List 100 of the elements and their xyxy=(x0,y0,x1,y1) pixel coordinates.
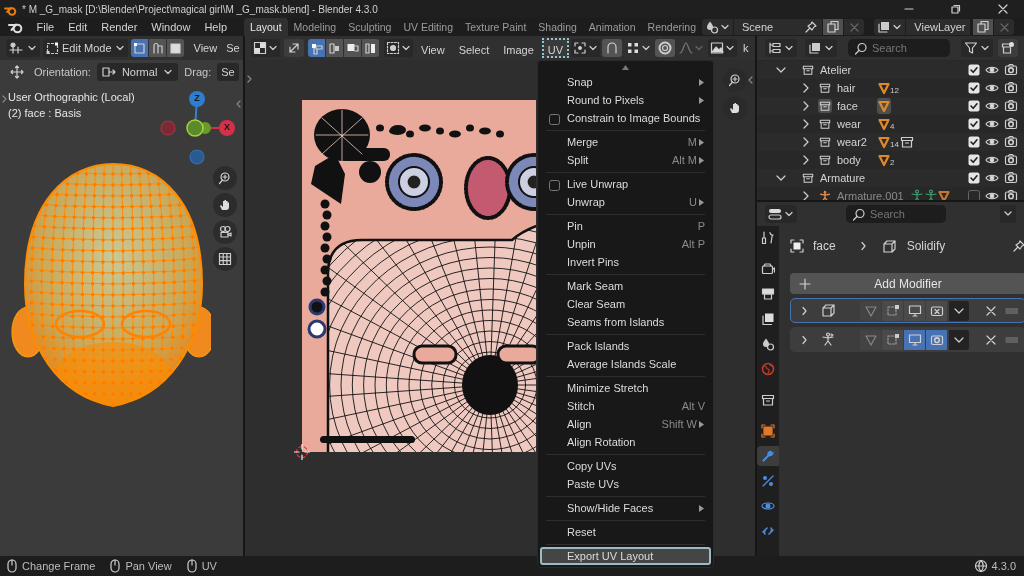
menu-item[interactable]: Reset xyxy=(540,523,711,541)
hand-button[interactable] xyxy=(213,193,237,217)
snap-toggle[interactable] xyxy=(602,39,623,57)
sync-toggle[interactable] xyxy=(284,39,304,57)
item-name[interactable]: wear2 xyxy=(837,136,877,148)
close-icon[interactable] xyxy=(985,304,997,317)
menu-item[interactable]: Align Shift W xyxy=(540,415,711,433)
search-field[interactable]: Search xyxy=(848,39,950,57)
item-name[interactable]: face xyxy=(837,100,877,112)
pin-icon[interactable] xyxy=(1012,239,1024,253)
camera-icon[interactable] xyxy=(1004,63,1018,77)
menu-item[interactable]: Round to Pixels xyxy=(540,91,711,109)
proportional-edit-toggle[interactable] xyxy=(655,39,676,57)
modifier-menu-button[interactable] xyxy=(949,300,969,321)
workspace-tab[interactable]: UV Editing xyxy=(397,18,459,36)
menu-item[interactable]: Select xyxy=(452,38,496,58)
menu-item[interactable]: File xyxy=(29,21,62,33)
item-name[interactable]: Atelier xyxy=(820,64,852,76)
editor-type-dropdown[interactable] xyxy=(251,39,280,57)
menu-item[interactable]: Image xyxy=(497,38,540,58)
scroll-up-icon[interactable] xyxy=(621,63,630,71)
checkbox[interactable] xyxy=(968,172,980,184)
object-type-dropdown[interactable] xyxy=(6,39,40,57)
menu-item[interactable]: Se xyxy=(223,42,243,54)
modifier-menu-button[interactable] xyxy=(949,329,969,350)
new-collection-button[interactable] xyxy=(998,39,1018,57)
item-name[interactable]: Armature.001 xyxy=(837,190,904,200)
view-layer-filter-dropdown[interactable] xyxy=(805,39,837,57)
menu-item[interactable]: Render xyxy=(94,21,145,33)
workspace-tab[interactable]: Texture Paint xyxy=(459,18,533,36)
on-cage-toggle[interactable] xyxy=(882,329,903,350)
image-name[interactable]: k xyxy=(743,42,749,54)
checkbox[interactable] xyxy=(968,136,980,148)
orientation-dropdown[interactable]: Normal xyxy=(96,63,179,81)
menu-item[interactable]: Align Rotation xyxy=(540,433,711,451)
checkbox[interactable] xyxy=(968,190,980,200)
checkbox[interactable] xyxy=(968,118,980,130)
menu-item[interactable]: Export UV Layout xyxy=(540,547,711,565)
menu-item[interactable]: Mark Seam xyxy=(540,277,711,295)
workspace-tab[interactable]: Modeling xyxy=(287,18,343,36)
camera-icon[interactable] xyxy=(1004,189,1018,200)
options-dropdown[interactable] xyxy=(1000,205,1016,223)
mode-dropdown[interactable]: Edit Mode xyxy=(43,39,128,57)
menu-item[interactable]: Average Islands Scale xyxy=(540,355,711,373)
hand-button[interactable] xyxy=(723,96,747,120)
add-modifier-button[interactable]: Add Modifier xyxy=(790,273,1024,294)
close-icon[interactable] xyxy=(997,4,1009,14)
camera-icon[interactable] xyxy=(1004,117,1018,131)
menu-item[interactable]: Pack Islands xyxy=(540,337,711,355)
checkbox[interactable] xyxy=(968,82,980,94)
edit-mode-toggle[interactable] xyxy=(860,329,881,350)
drag-dropdown[interactable]: Se xyxy=(217,63,239,81)
menu-item[interactable]: UV xyxy=(541,38,570,58)
select-mode-button[interactable] xyxy=(130,39,148,57)
on-cage-toggle[interactable] xyxy=(882,300,903,321)
menu-item[interactable]: Pin P xyxy=(540,217,711,235)
menu-item[interactable]: Split Alt M xyxy=(540,151,711,169)
display-mode-dropdown[interactable] xyxy=(765,39,797,57)
item-name[interactable]: body xyxy=(837,154,877,166)
workspace-tab[interactable]: Sculpting xyxy=(342,18,398,36)
drag-handle-icon[interactable] xyxy=(1005,305,1019,316)
delete-scene-button[interactable] xyxy=(844,19,864,35)
menu-item[interactable]: Clear Seam xyxy=(540,295,711,313)
move-icon[interactable] xyxy=(10,65,24,79)
menu-item[interactable]: Merge M xyxy=(540,133,711,151)
menu-item[interactable]: Minimize Stretch xyxy=(540,379,711,397)
maximize-icon[interactable] xyxy=(950,4,962,14)
camera-icon[interactable] xyxy=(1004,171,1018,185)
new-view-layer-button[interactable] xyxy=(973,19,994,35)
checkbox[interactable] xyxy=(968,100,980,112)
edit-mode-toggle[interactable] xyxy=(860,300,881,321)
item-name[interactable]: Armature xyxy=(820,172,866,184)
select-mode-button[interactable] xyxy=(166,39,184,57)
render-toggle[interactable] xyxy=(926,329,947,350)
workspace-tab[interactable]: Shading xyxy=(532,18,583,36)
menu-item[interactable]: Unpin Alt P xyxy=(540,235,711,253)
checkbox[interactable] xyxy=(549,114,560,125)
menu-item[interactable]: Live Unwrap xyxy=(540,175,711,193)
grid-button[interactable] xyxy=(213,247,237,271)
select-mode-button[interactable] xyxy=(362,39,379,57)
zoom-button[interactable] xyxy=(213,166,237,190)
menu-item[interactable]: Stitch Alt V xyxy=(540,397,711,415)
select-mode-button[interactable] xyxy=(148,39,166,57)
pivot-dropdown[interactable] xyxy=(571,39,601,57)
item-name[interactable]: hair xyxy=(837,82,877,94)
camera-icon[interactable] xyxy=(1004,135,1018,149)
workspace-tab[interactable]: Rendering xyxy=(641,18,702,36)
menu-item[interactable]: Copy UVs xyxy=(540,457,711,475)
menu-item[interactable]: Show/Hide Faces xyxy=(540,499,711,517)
workspace-tab[interactable]: Layout xyxy=(244,18,288,36)
menu-item[interactable]: Help xyxy=(197,21,235,33)
item-name[interactable]: wear xyxy=(837,118,877,130)
camera-button[interactable] xyxy=(213,220,237,244)
drag-handle-icon[interactable] xyxy=(1005,334,1019,345)
axis-gizmo-drawing[interactable] xyxy=(160,91,235,165)
view-layer-field[interactable]: ViewLayer xyxy=(906,19,971,35)
scene-selector[interactable] xyxy=(702,19,733,35)
modifier-panel[interactable] xyxy=(790,327,1024,352)
menu-item[interactable]: Paste UVs xyxy=(540,475,711,493)
search-field[interactable]: Search xyxy=(846,205,946,223)
